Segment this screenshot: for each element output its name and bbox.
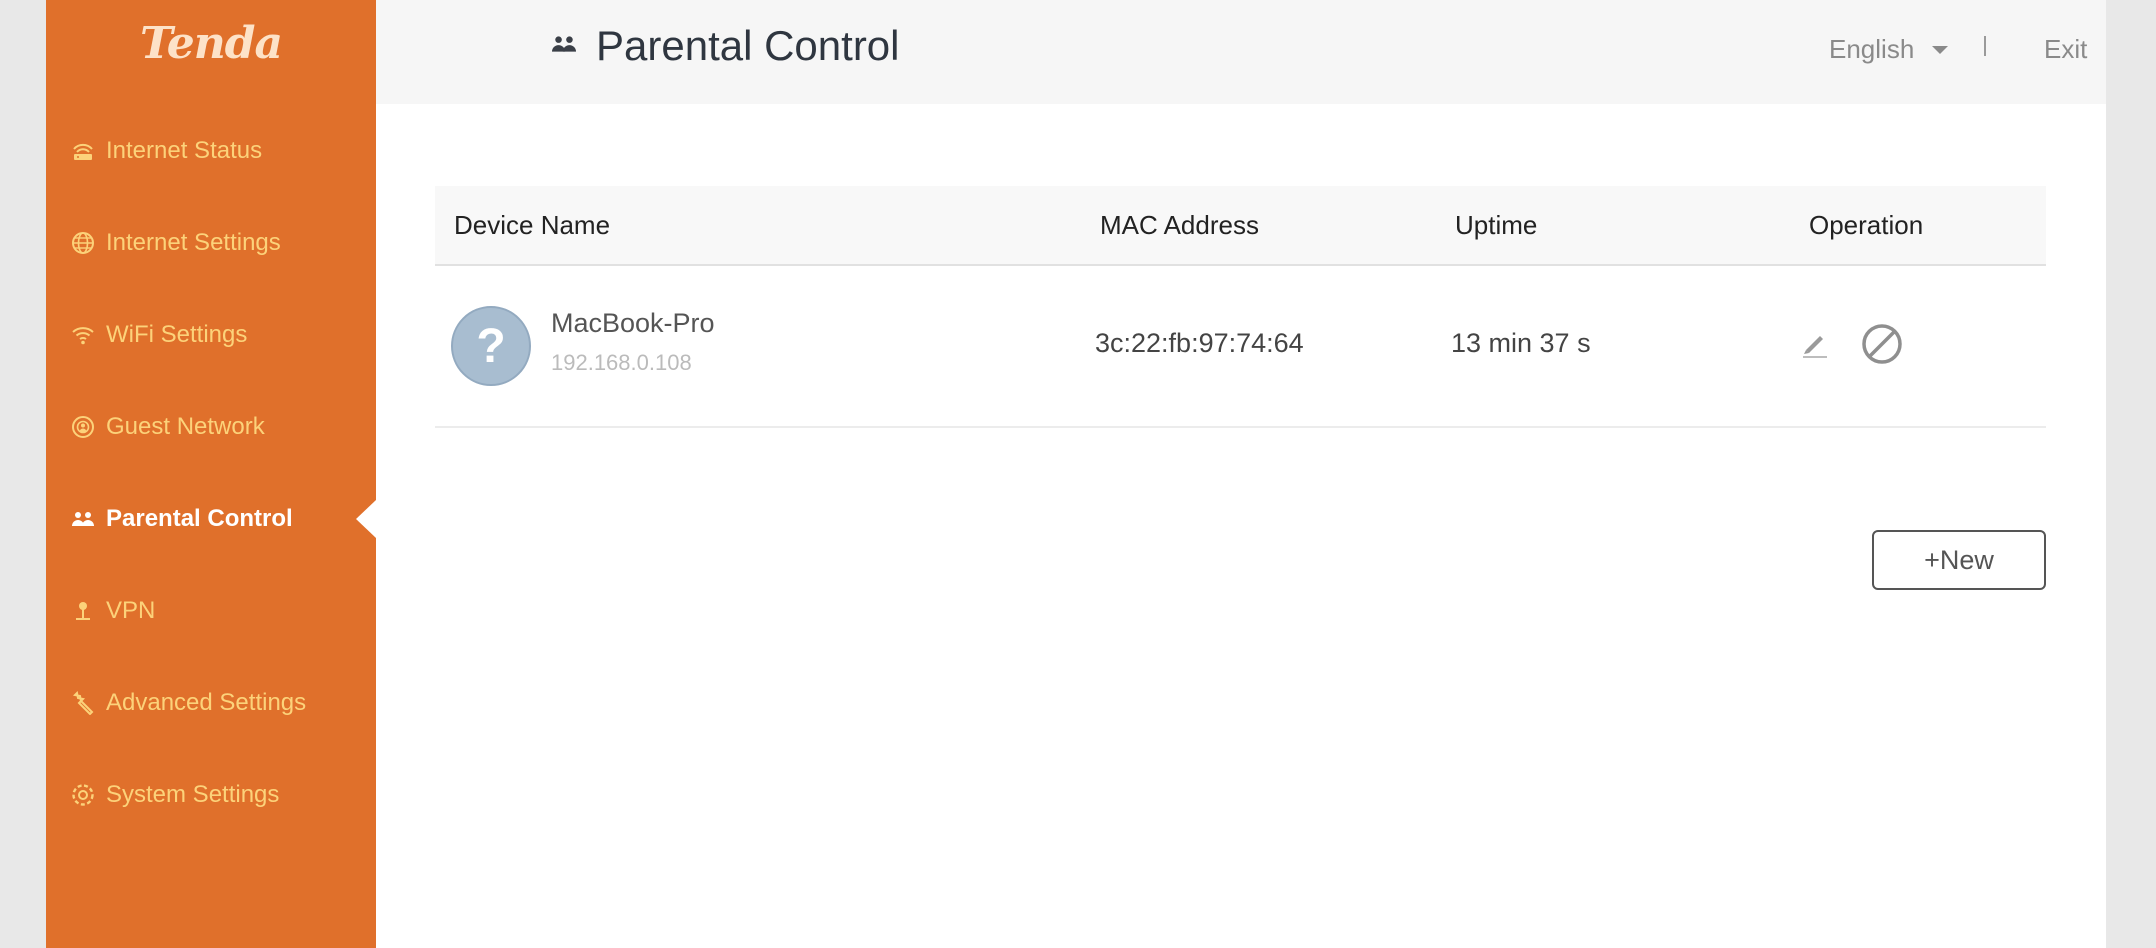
family-icon xyxy=(70,506,96,532)
sidebar-item-wifi-settings[interactable]: WiFi Settings xyxy=(70,315,247,355)
device-uptime: 13 min 37 s xyxy=(1451,328,1591,358)
device-name: MacBook-Pro xyxy=(551,308,715,338)
add-new-button[interactable]: +New xyxy=(1872,530,2046,590)
vpn-icon xyxy=(70,598,96,624)
sidebar-item-guest-network[interactable]: Guest Network xyxy=(70,407,265,447)
active-nav-indicator xyxy=(356,500,376,538)
sidebar-item-label: Parental Control xyxy=(106,505,293,532)
column-header-operation: Operation xyxy=(1809,210,1924,240)
table-row: ? MacBook-Pro 192.168.0.108 3c:22:fb:97:… xyxy=(435,266,2046,428)
language-label: English xyxy=(1829,34,1915,64)
sidebar-item-label: Internet Status xyxy=(106,137,263,164)
sidebar-item-system-settings[interactable]: System Settings xyxy=(70,775,279,815)
sidebar-item-internet-settings[interactable]: Internet Settings xyxy=(70,223,281,263)
page-header: Parental Control English Exit xyxy=(376,0,2106,104)
sidebar-item-label: Advanced Settings xyxy=(106,689,307,716)
exit-link[interactable]: Exit xyxy=(2044,34,2087,65)
block-icon[interactable] xyxy=(1860,322,1904,366)
sidebar-item-internet-status[interactable]: Internet Status xyxy=(70,131,262,171)
chevron-down-icon xyxy=(1932,45,1949,54)
page-title-group: Parental Control xyxy=(550,22,900,70)
column-header-uptime: Uptime xyxy=(1455,210,1538,240)
sidebar-item-label: System Settings xyxy=(106,781,280,808)
tenda-logo: Tenda xyxy=(140,18,283,69)
page-title: Parental Control xyxy=(596,22,900,69)
wrench-icon xyxy=(70,690,96,716)
device-table: Device Name MAC Address Uptime Operation… xyxy=(435,186,2046,428)
table-header: Device Name MAC Address Uptime Operation xyxy=(435,186,2046,266)
sidebar-item-label: Internet Settings xyxy=(106,229,281,256)
router-icon xyxy=(70,138,96,164)
device-avatar: ? xyxy=(451,306,531,386)
device-mac: 3c:22:fb:97:74:64 xyxy=(1095,328,1304,358)
wifi-icon xyxy=(70,322,96,348)
sidebar-item-label: VPN xyxy=(106,597,156,624)
family-icon xyxy=(550,32,578,61)
globe-icon xyxy=(70,230,96,256)
sidebar-item-label: WiFi Settings xyxy=(106,321,248,348)
gear-icon xyxy=(70,782,96,808)
sidebar-item-vpn[interactable]: VPN xyxy=(70,591,155,631)
sidebar: Tenda Internet Status Internet Settings … xyxy=(46,0,376,948)
device-ip: 192.168.0.108 xyxy=(551,350,692,375)
language-dropdown[interactable]: English xyxy=(1829,34,1949,65)
header-divider xyxy=(1984,36,1986,56)
column-header-device-name: Device Name xyxy=(454,210,611,240)
sidebar-item-advanced-settings[interactable]: Advanced Settings xyxy=(70,683,306,723)
sidebar-item-label: Guest Network xyxy=(106,413,265,440)
guest-network-icon xyxy=(70,414,96,440)
sidebar-item-parental-control[interactable]: Parental Control xyxy=(70,499,293,539)
edit-icon[interactable] xyxy=(1798,326,1834,362)
column-header-mac-address: MAC Address xyxy=(1100,210,1259,240)
router-admin-app: Tenda Internet Status Internet Settings … xyxy=(46,0,2106,948)
